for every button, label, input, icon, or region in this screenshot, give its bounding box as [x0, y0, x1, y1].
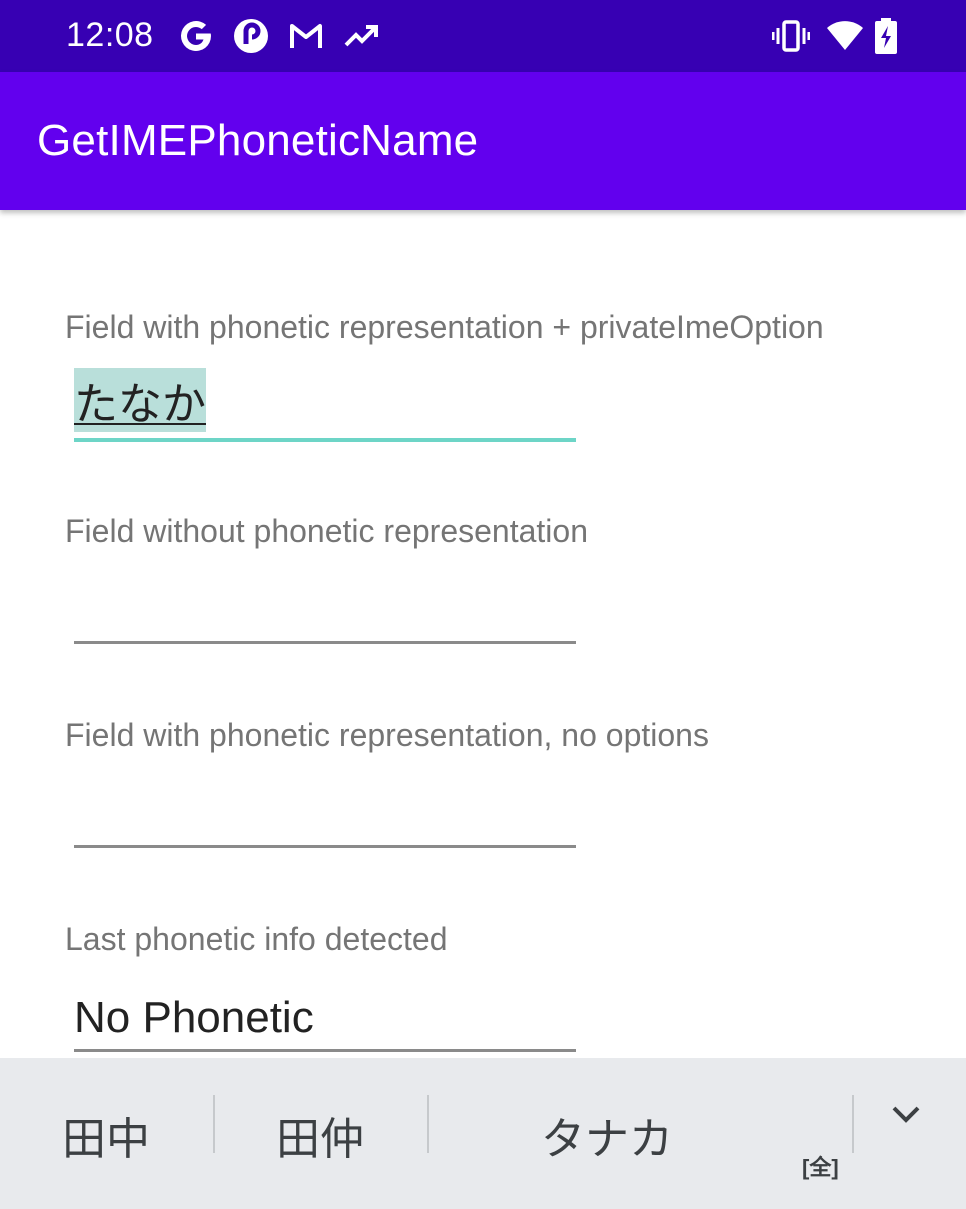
candidate-2[interactable]: 田仲 [276, 1103, 364, 1167]
candidate-1[interactable]: 田中 [62, 1103, 150, 1167]
pocket-casts-icon [233, 18, 269, 59]
last-phonetic-info-field[interactable]: No Phonetic [74, 982, 576, 1052]
wifi-icon [825, 18, 865, 59]
candidate-divider [427, 1095, 429, 1153]
trending-icon [343, 18, 379, 59]
status-bar: 12:08 [0, 0, 966, 72]
candidate-3[interactable]: タナカ [541, 1103, 673, 1167]
google-g-icon [178, 18, 214, 59]
last-phonetic-value: No Phonetic [74, 993, 314, 1042]
app-bar: GetIMEPhoneticName [0, 72, 966, 210]
candidate-divider [213, 1095, 215, 1153]
fullwidth-badge: [全] [802, 1155, 839, 1180]
no-phonetic-field[interactable] [74, 574, 576, 644]
ime-suggestion-bar: 田中 田仲 タナカ [全] [0, 1058, 966, 1209]
field2-label: Field without phonetic representation [65, 513, 588, 549]
gmail-icon [288, 18, 324, 59]
chevron-down-icon[interactable] [886, 1094, 926, 1134]
composing-text: たなか [74, 368, 206, 432]
vibrate-icon [771, 18, 811, 59]
status-time: 12:08 [66, 16, 154, 54]
field4-label: Last phonetic info detected [65, 921, 448, 957]
field3-label: Field with phonetic representation, no o… [65, 717, 709, 753]
phonetic-private-ime-field[interactable]: たなか [74, 368, 576, 442]
candidate-divider [852, 1095, 854, 1153]
phonetic-no-options-field[interactable] [74, 778, 576, 848]
battery-charging-icon [874, 18, 898, 59]
app-title: GetIMEPhoneticName [37, 116, 479, 165]
field1-label: Field with phonetic representation + pri… [65, 309, 824, 345]
